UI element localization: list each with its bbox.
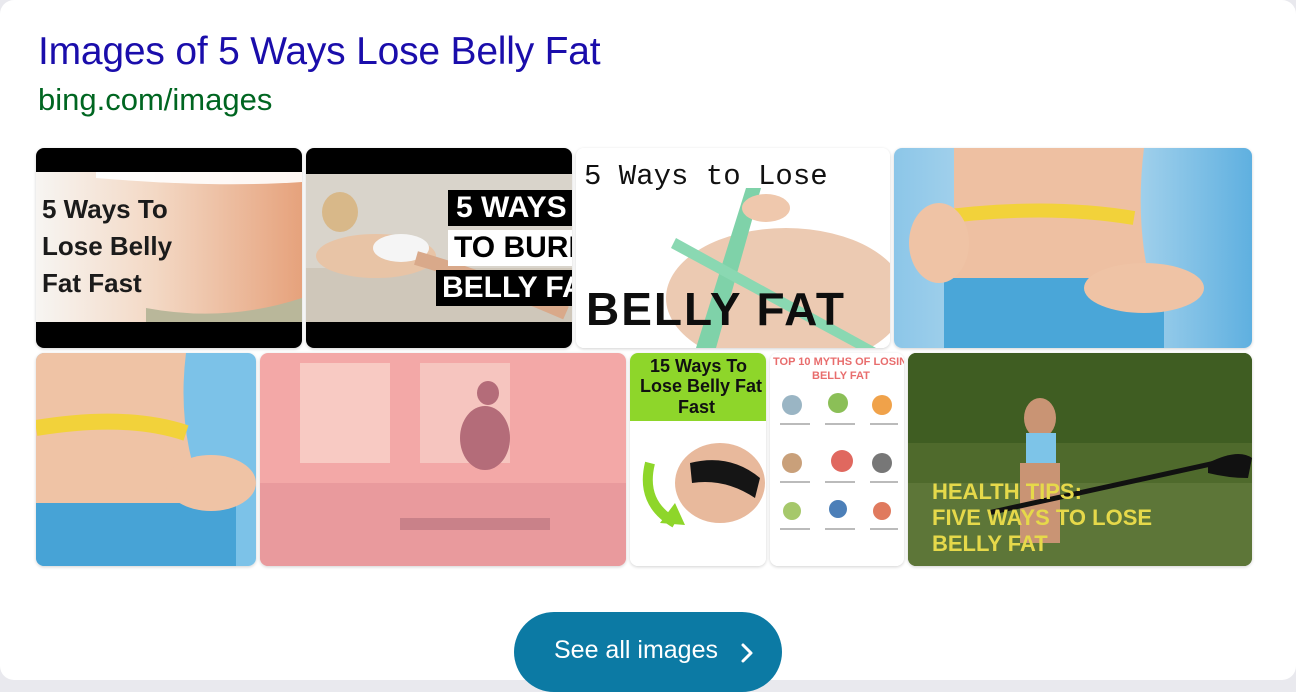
image-caption-line: Fat Fast: [42, 268, 142, 298]
image-thumbnail-4[interactable]: [894, 148, 1252, 348]
image-thumbnail-8[interactable]: TOP 10 MYTHS OF LOSING BELLY FAT: [770, 353, 904, 566]
source-url: bing.com/images: [38, 82, 273, 117]
image-thumbnail-3[interactable]: 5 Ways to Lose BELLY FAT: [576, 148, 890, 348]
image-caption-line: TOP 10 MYTHS OF LOSING: [773, 356, 904, 368]
myths-infographic-graphic: [770, 353, 904, 566]
image-thumbnail-9[interactable]: HEALTH TIPS: FIVE WAYS TO LOSE BELLY FAT: [908, 353, 1252, 566]
image-caption-line: BELLY FAT: [812, 370, 870, 382]
image-thumbnail-7[interactable]: 15 Ways To Lose Belly Fat Fast: [630, 353, 766, 566]
image-caption-line: HEALTH TIPS:: [932, 479, 1082, 504]
image-caption-line: Lose Belly: [42, 231, 173, 261]
images-title-link[interactable]: Images of 5 Ways Lose Belly Fat: [38, 30, 601, 74]
image-caption-line: 5 Ways to Lose: [584, 160, 828, 193]
see-all-images-label: See all images: [554, 636, 718, 664]
image-thumbnail-5[interactable]: [36, 353, 256, 566]
chevron-right-icon: [741, 643, 753, 663]
image-caption-line: Lose Belly Fat: [640, 376, 763, 396]
image-thumbnail-2[interactable]: 5 WAYS TO BURN BELLY FAT: [306, 148, 572, 348]
image-caption-line: FIVE WAYS TO LOSE: [932, 505, 1153, 530]
image-caption-line: 15 Ways To: [650, 356, 748, 376]
image-caption-text: 5 WAYS: [456, 191, 567, 224]
see-all-images-button[interactable]: See all images: [514, 612, 782, 692]
waist-tape-closeup-graphic: [36, 353, 256, 566]
image-caption-line: 5 WAYS: [448, 190, 572, 226]
image-caption-text: TO BURN: [454, 231, 572, 264]
image-caption-line: TO BURN: [448, 230, 572, 266]
image-caption-line: Fast: [678, 397, 716, 417]
waist-tape-photo-graphic: [894, 148, 1252, 348]
image-thumbnail-6[interactable]: [260, 353, 626, 566]
image-caption-text: BELLY FAT: [442, 271, 572, 304]
image-caption-line: BELLY FAT: [436, 270, 572, 306]
image-thumbnail-1[interactable]: 5 Ways To Lose Belly Fat Fast: [36, 148, 302, 348]
image-caption-line: BELLY FAT: [586, 283, 846, 335]
image-caption-line: 5 Ways To: [42, 194, 168, 224]
images-answer-card: Images of 5 Ways Lose Belly Fat bing.com…: [0, 0, 1296, 692]
gym-squat-photo-graphic: [260, 353, 626, 566]
image-caption-line: BELLY FAT: [932, 531, 1048, 556]
